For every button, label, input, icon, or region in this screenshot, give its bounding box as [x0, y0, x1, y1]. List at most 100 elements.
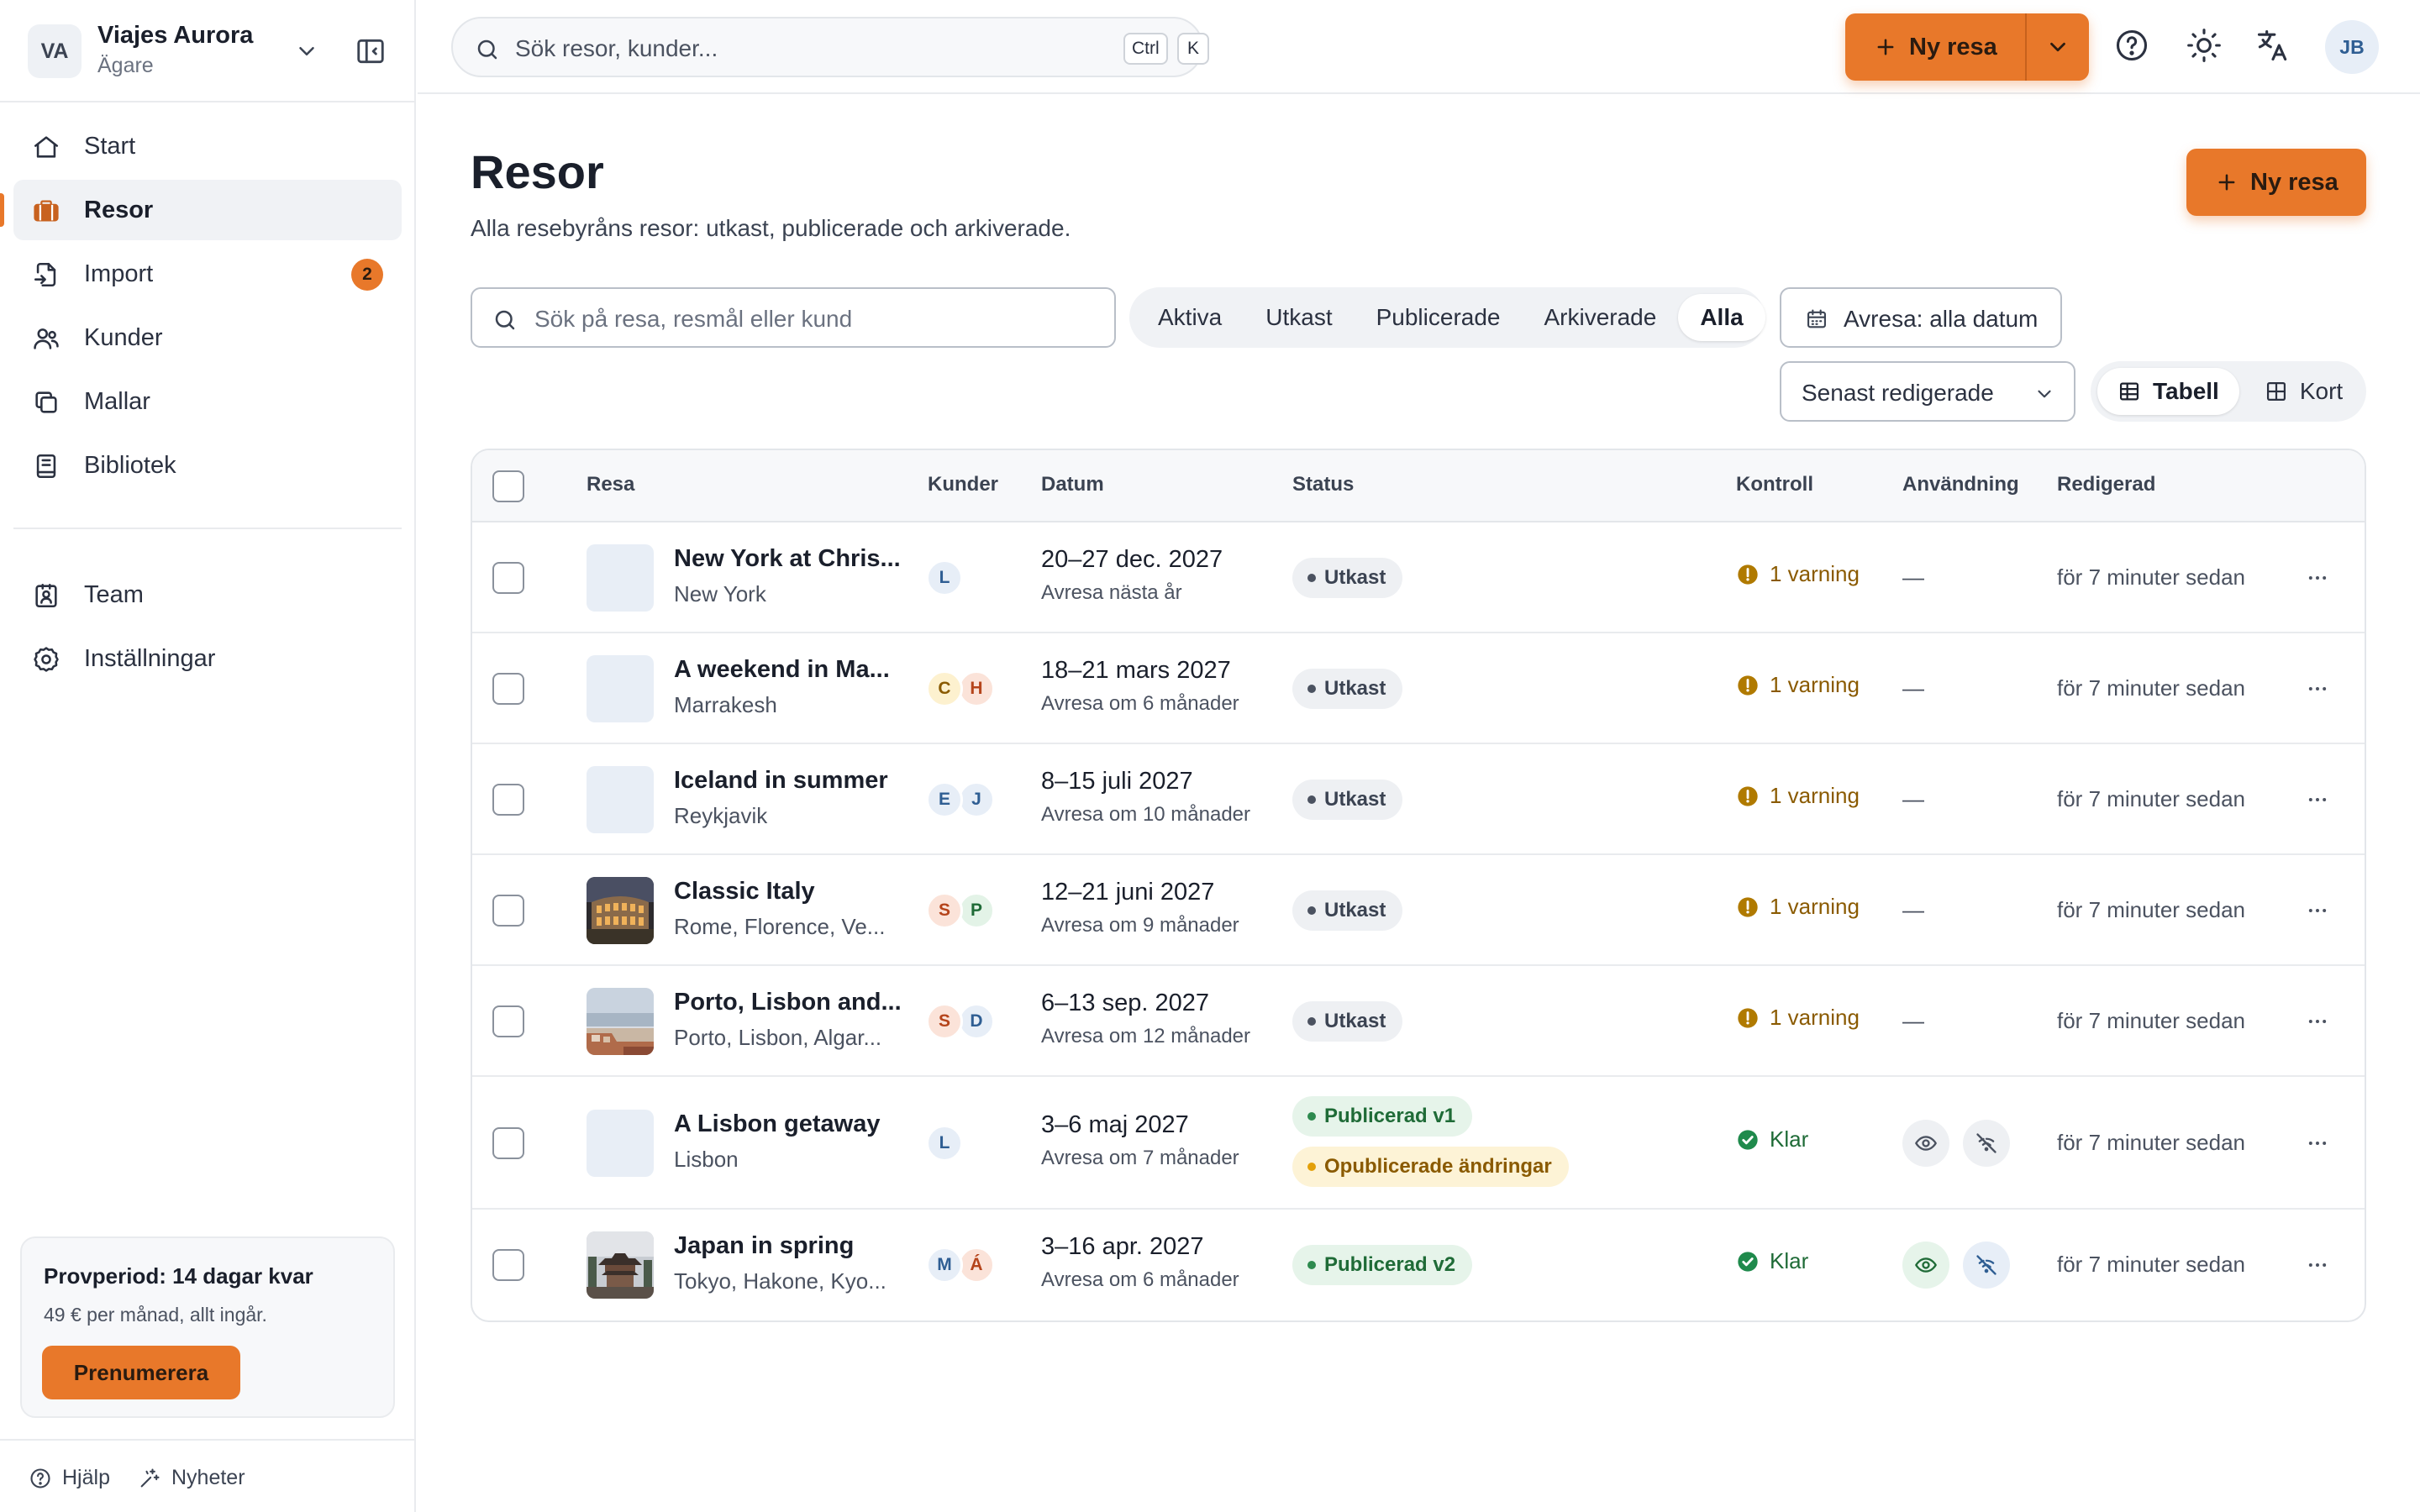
- trip-name[interactable]: Classic Italy: [674, 878, 815, 906]
- control-status[interactable]: 1 varning: [1736, 894, 1860, 920]
- table-row[interactable]: Japan in spring Tokyo, Hakone, Kyo... M Á 3–…: [472, 1210, 2365, 1320]
- sidebar-item-import[interactable]: Import 2: [13, 244, 402, 304]
- new-trip-dropdown-button[interactable]: [2027, 13, 2089, 81]
- column-header-usage[interactable]: Användning: [1902, 473, 2019, 496]
- select-all-checkbox[interactable]: [492, 470, 524, 502]
- more-options-icon[interactable]: [2306, 677, 2329, 701]
- sort-select[interactable]: Senast redigerade: [1780, 361, 2075, 422]
- tab-utkast[interactable]: Utkast: [1244, 294, 1354, 341]
- more-options-icon[interactable]: [2306, 1010, 2329, 1033]
- status-label: Publicerad v2: [1324, 1253, 1456, 1276]
- news-link[interactable]: Nyheter: [138, 1466, 245, 1490]
- row-checkbox[interactable]: [492, 895, 524, 927]
- sidebar-item-settings[interactable]: Inställningar: [13, 628, 402, 689]
- control-status[interactable]: 1 varning: [1736, 783, 1860, 809]
- column-header-edited[interactable]: Redigerad: [2057, 473, 2155, 496]
- more-options-icon[interactable]: [2306, 566, 2329, 590]
- status-dot: [1307, 574, 1316, 582]
- more-options-icon[interactable]: [2306, 1131, 2329, 1155]
- column-header-date[interactable]: Datum: [1041, 473, 1104, 496]
- global-search-input[interactable]: Sök resor, kunder... Ctrl K: [451, 17, 1209, 77]
- table-row[interactable]: Classic Italy Rome, Florence, Ve... S P 12–2…: [472, 855, 2365, 966]
- sidebar-item-label: Bibliotek: [84, 451, 176, 479]
- tab-aktiva[interactable]: Aktiva: [1136, 294, 1244, 341]
- departure-date-filter[interactable]: Avresa: alla datum: [1780, 287, 2062, 348]
- trip-name[interactable]: A Lisbon getaway: [674, 1110, 880, 1138]
- date-filter-label: Avresa: alla datum: [1844, 306, 2039, 332]
- status-badge: Utkast: [1292, 780, 1403, 820]
- sidebar-item-mallar[interactable]: Mallar: [13, 371, 402, 432]
- view-cards-button[interactable]: Kort: [2244, 368, 2363, 415]
- row-checkbox[interactable]: [492, 562, 524, 594]
- trip-date: 3–16 apr. 2027: [1041, 1233, 1204, 1260]
- row-checkbox[interactable]: [492, 1127, 524, 1159]
- edited-time: för 7 minuter sedan: [2057, 1252, 2246, 1277]
- control-status[interactable]: Klar: [1736, 1248, 1808, 1274]
- sidebar-item-kunder[interactable]: Kunder: [13, 307, 402, 368]
- control-status[interactable]: 1 varning: [1736, 1005, 1860, 1031]
- table-row[interactable]: A Lisbon getaway Lisbon L 3–6 maj 2027 Avres…: [472, 1077, 2365, 1210]
- table-row[interactable]: Iceland in summer Reykjavik E J 8–15 juli 20…: [472, 744, 2365, 855]
- news-label: Nyheter: [171, 1466, 245, 1489]
- eye-icon[interactable]: [1902, 1242, 1949, 1289]
- trip-name[interactable]: Porto, Lisbon and...: [674, 989, 902, 1016]
- sidebar-item-start[interactable]: Start: [13, 116, 402, 176]
- sidebar-collapse-icon[interactable]: [355, 35, 387, 67]
- control-status[interactable]: 1 varning: [1736, 672, 1860, 698]
- trip-search-input[interactable]: Sök på resa, resmål eller kund: [471, 287, 1116, 348]
- more-options-icon[interactable]: [2306, 788, 2329, 811]
- row-checkbox[interactable]: [492, 1005, 524, 1037]
- trip-thumbnail: [587, 766, 654, 833]
- table-row[interactable]: A weekend in Ma... Marrakesh C H 18–21 mars …: [472, 633, 2365, 744]
- chevron-down-icon[interactable]: [294, 39, 319, 64]
- plus-icon: [1874, 35, 1897, 59]
- trip-name[interactable]: A weekend in Ma...: [674, 656, 890, 684]
- sidebar-item-bibliotek[interactable]: Bibliotek: [13, 435, 402, 496]
- sun-icon[interactable]: [2186, 27, 2223, 64]
- row-checkbox[interactable]: [492, 1249, 524, 1281]
- more-options-icon[interactable]: [2306, 899, 2329, 922]
- tab-publicerade[interactable]: Publicerade: [1355, 294, 1523, 341]
- control-status[interactable]: Klar: [1736, 1126, 1808, 1152]
- table-row[interactable]: Porto, Lisbon and... Porto, Lisbon, Algar…: [472, 966, 2365, 1077]
- trial-title: Provperiod: 14 dagar kvar: [44, 1263, 313, 1289]
- eye-icon[interactable]: [1902, 1120, 1949, 1167]
- help-link[interactable]: Hjälp: [29, 1466, 110, 1490]
- trip-name[interactable]: Japan in spring: [674, 1232, 854, 1260]
- trip-name[interactable]: New York at Chris...: [674, 545, 901, 573]
- import-count-badge: 2: [351, 259, 383, 291]
- row-checkbox[interactable]: [492, 784, 524, 816]
- page-title: Resor: [471, 145, 604, 198]
- trip-name[interactable]: Iceland in summer: [674, 767, 888, 795]
- help-circle-icon[interactable]: [2113, 27, 2150, 64]
- org-switcher[interactable]: VA Viajes Aurora Ägare: [0, 0, 416, 102]
- departure-relative: Avresa om 12 månader: [1041, 1025, 1251, 1047]
- sidebar-item-resor[interactable]: Resor: [0, 180, 402, 240]
- translate-icon[interactable]: [2254, 27, 2291, 64]
- departure-relative: Avresa om 9 månader: [1041, 914, 1239, 937]
- table-row[interactable]: New York at Chris... New York L 20–27 dec. …: [472, 522, 2365, 633]
- wifi-off-icon[interactable]: [1963, 1242, 2010, 1289]
- tab-alla[interactable]: Alla: [1678, 294, 1765, 341]
- column-header-trip[interactable]: Resa: [587, 473, 634, 496]
- control-label: 1 varning: [1770, 672, 1860, 697]
- column-header-status[interactable]: Status: [1292, 473, 1354, 496]
- new-trip-cta-button[interactable]: Ny resa: [2186, 149, 2366, 216]
- view-table-button[interactable]: Tabell: [2097, 368, 2239, 415]
- trip-thumbnail: [587, 877, 654, 944]
- more-options-icon[interactable]: [2306, 1253, 2329, 1277]
- user-avatar[interactable]: JB: [2325, 20, 2379, 74]
- usage-empty: —: [1902, 1008, 1924, 1033]
- new-trip-button[interactable]: Ny resa: [1845, 13, 2025, 81]
- sidebar-item-team[interactable]: Team: [13, 564, 402, 625]
- control-status[interactable]: 1 varning: [1736, 561, 1860, 587]
- subscribe-button[interactable]: Prenumerera: [42, 1346, 240, 1399]
- column-header-control[interactable]: Kontroll: [1736, 473, 1813, 496]
- column-header-customers[interactable]: Kunder: [928, 473, 998, 496]
- row-checkbox[interactable]: [492, 673, 524, 705]
- status-label: Utkast: [1324, 1010, 1386, 1032]
- sidebar-item-label: Import: [84, 260, 154, 287]
- tab-arkiverade[interactable]: Arkiverade: [1522, 294, 1678, 341]
- trip-date: 12–21 juni 2027: [1041, 879, 1215, 906]
- wifi-off-icon[interactable]: [1963, 1120, 2010, 1167]
